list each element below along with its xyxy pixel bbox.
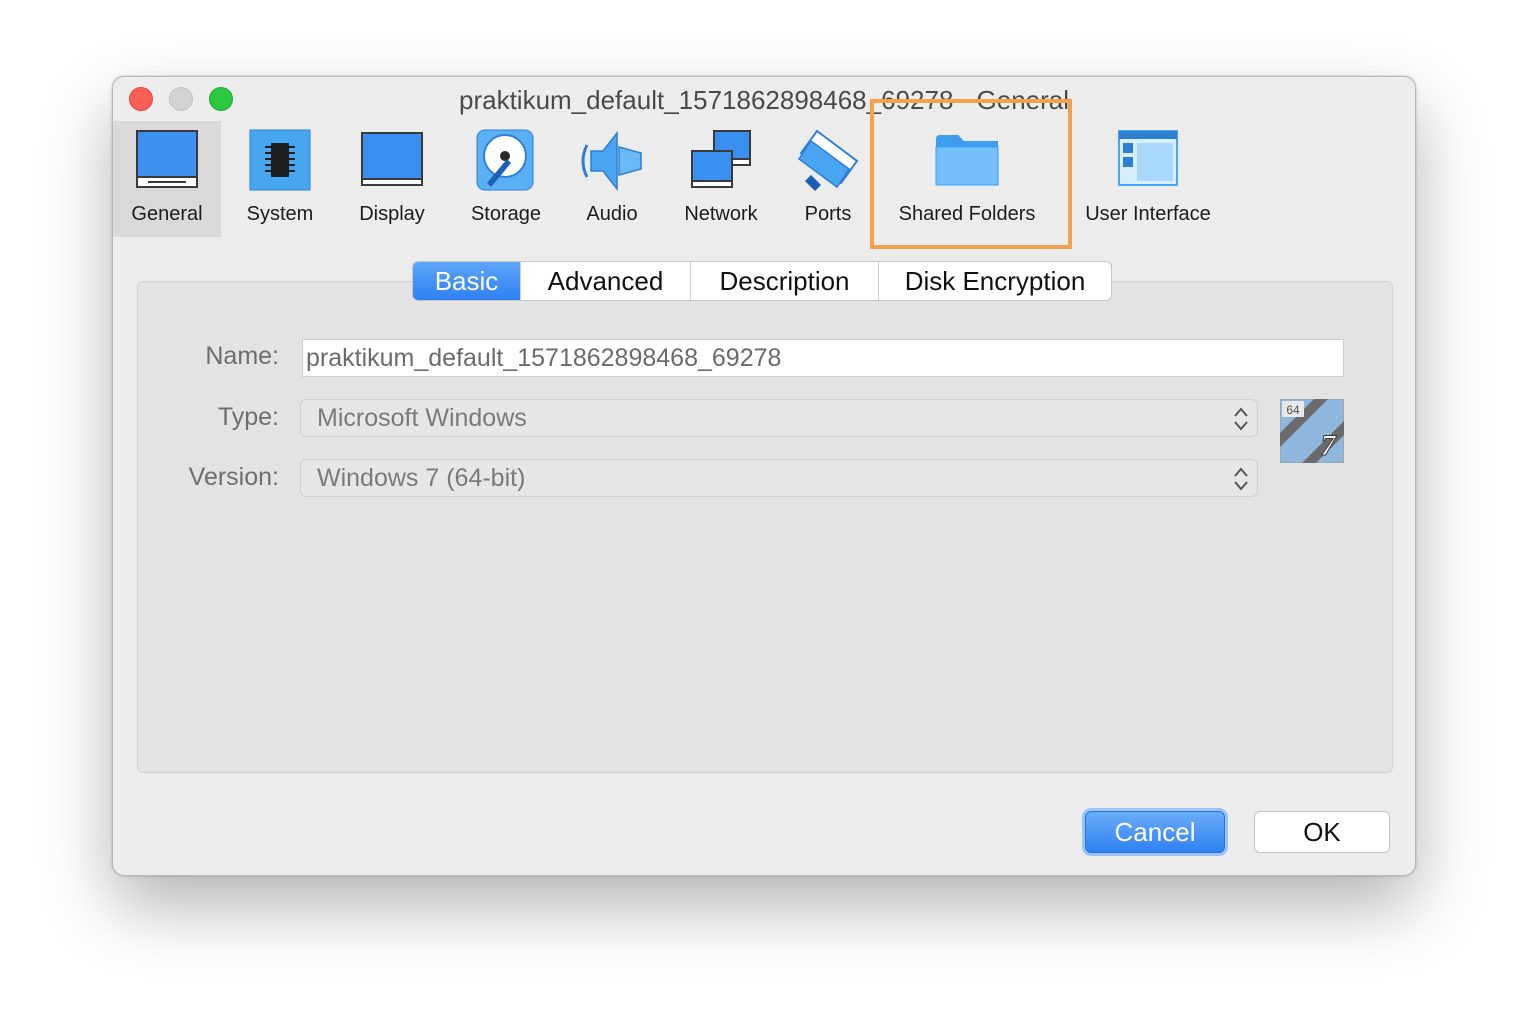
toolbar-label-audio: Audio — [586, 203, 638, 225]
toolbar-item-system[interactable]: System — [229, 121, 331, 237]
toolbar-label-general: General — [131, 203, 203, 225]
toolbar-item-display[interactable]: Display — [341, 121, 443, 237]
settings-window: praktikum_default_1571862898468_69278 - … — [112, 76, 1416, 876]
chevron-up-down-icon — [1234, 407, 1248, 431]
type-select[interactable]: Microsoft Windows — [300, 399, 1258, 437]
name-label: Name: — [205, 342, 279, 370]
tab-disk-encryption[interactable]: Disk Encryption — [879, 262, 1111, 300]
network-icon — [691, 130, 751, 188]
windows-7-os-icon: 64 7 — [1280, 399, 1344, 463]
speaker-icon — [581, 130, 642, 192]
toolbar-label-user-interface: User Interface — [1085, 203, 1211, 225]
os-icon-bits-label: 64 — [1286, 403, 1300, 417]
toolbar-label-system: System — [246, 203, 314, 225]
title-bar[interactable]: praktikum_default_1571862898468_69278 - … — [113, 77, 1415, 121]
chevron-up-down-icon — [1234, 467, 1248, 491]
toolbar-label-storage: Storage — [470, 203, 542, 225]
type-label: Type: — [217, 403, 279, 431]
tab-description[interactable]: Description — [691, 262, 879, 300]
toolbar-label-display: Display — [359, 203, 425, 225]
name-field[interactable]: praktikum_default_1571862898468_69278 — [302, 339, 1344, 377]
toolbar-label-network: Network — [684, 203, 758, 225]
toolbar-label-ports: Ports — [804, 203, 852, 225]
toolbar-item-ports[interactable]: Ports — [783, 121, 873, 237]
chip-icon — [249, 129, 311, 191]
cancel-button[interactable]: Cancel — [1085, 811, 1225, 853]
settings-toolbar: General System Display Storage Audio Net… — [113, 121, 1415, 237]
ok-button[interactable]: OK — [1254, 811, 1390, 853]
version-label: Version: — [188, 463, 279, 491]
type-select-value: Microsoft Windows — [317, 404, 527, 432]
shared-folders-highlight-box — [870, 99, 1072, 249]
general-icon — [136, 130, 198, 188]
tab-basic[interactable]: Basic — [413, 262, 521, 300]
version-select[interactable]: Windows 7 (64-bit) — [300, 459, 1258, 497]
disk-icon — [476, 129, 534, 191]
window-title: praktikum_default_1571862898468_69278 - … — [458, 85, 1070, 115]
window-layout-icon — [1118, 130, 1178, 186]
monitor-icon — [361, 132, 423, 186]
tab-advanced[interactable]: Advanced — [521, 262, 691, 300]
toolbar-item-user-interface[interactable]: User Interface — [1073, 121, 1223, 237]
os-icon-version-label: 7 — [1321, 429, 1337, 462]
toolbar-item-audio[interactable]: Audio — [569, 121, 655, 237]
settings-tab-bar: Basic Advanced Description Disk Encrypti… — [412, 261, 1112, 301]
plug-icon — [797, 129, 859, 191]
toolbar-item-storage[interactable]: Storage — [453, 121, 559, 237]
version-select-value: Windows 7 (64-bit) — [317, 464, 526, 492]
toolbar-item-general[interactable]: General — [113, 121, 221, 237]
toolbar-item-network[interactable]: Network — [669, 121, 773, 237]
